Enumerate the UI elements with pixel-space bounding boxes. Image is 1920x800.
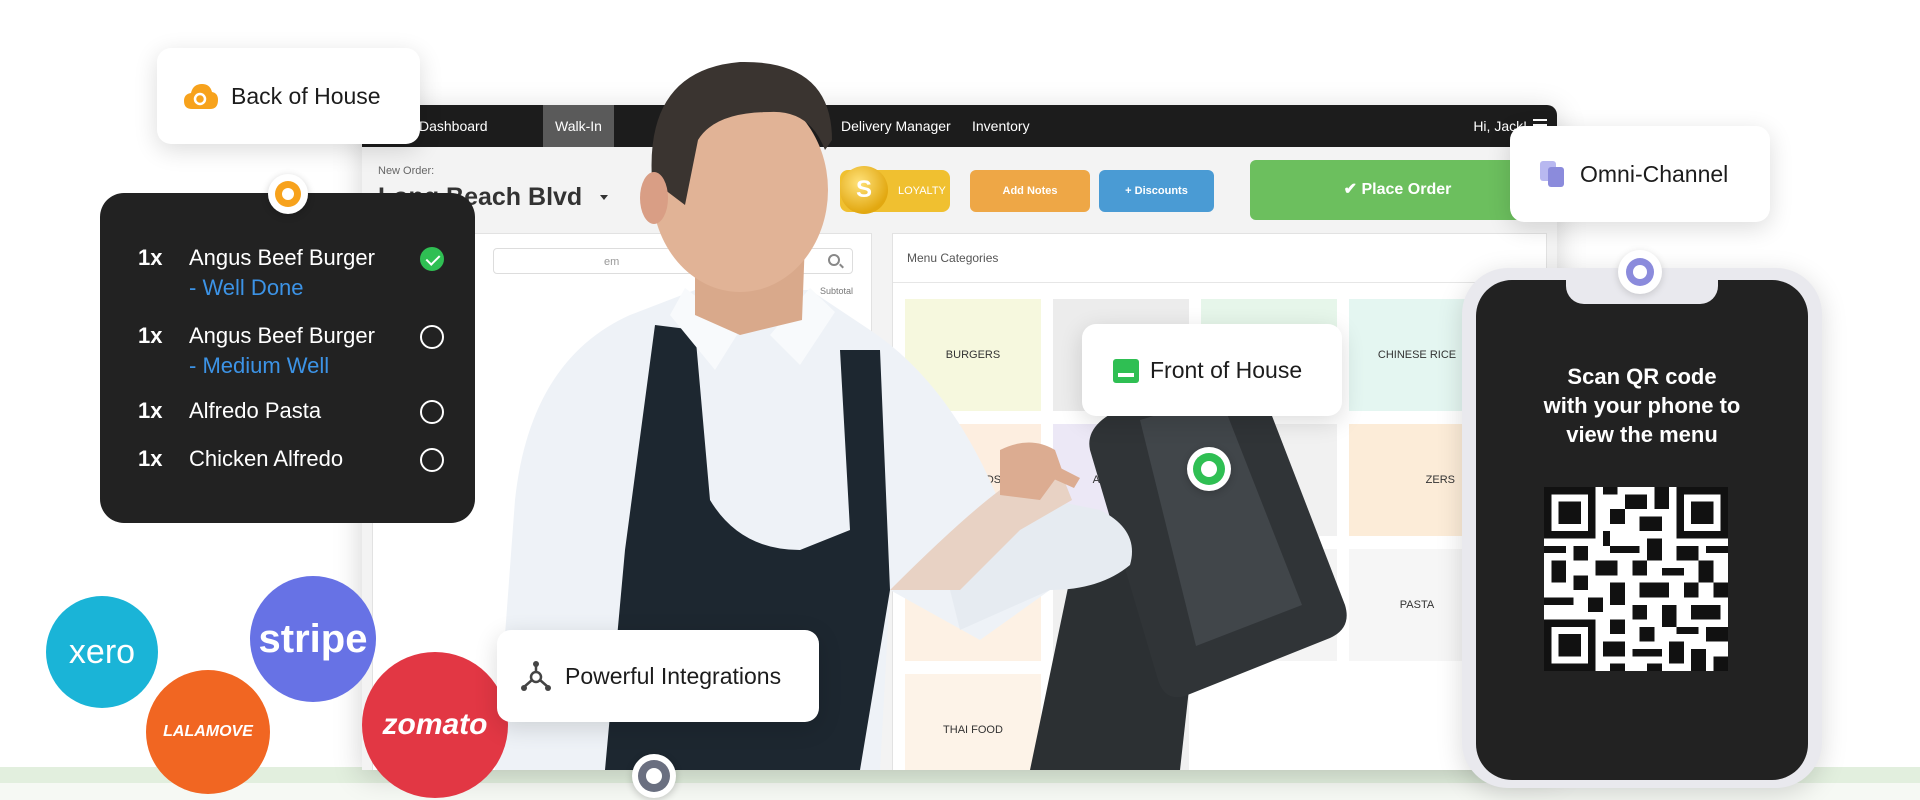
front-of-house-text: Front of House	[1150, 357, 1303, 383]
phone-mockup: Scan QR code with your phone to view the…	[1462, 268, 1822, 788]
connector-dot	[1187, 447, 1231, 491]
scan-line-3: view the menu	[1566, 422, 1718, 447]
stripe-logo: stripe	[250, 576, 376, 702]
powerful-integrations-label: Powerful Integrations	[497, 630, 819, 722]
connector-dot-center	[282, 188, 294, 200]
ticket-modifier: - Medium Well	[189, 353, 330, 378]
ticket-item-name: Chicken Alfredo	[189, 446, 344, 471]
ticket-qty: 1x	[138, 323, 163, 348]
powerful-integrations-text: Powerful Integrations	[565, 663, 782, 689]
check-circle-icon[interactable]	[420, 400, 444, 424]
back-of-house-text: Back of House	[231, 83, 381, 109]
connector-dot-center	[1201, 461, 1217, 477]
omni-channel-text: Omni-Channel	[1580, 161, 1729, 187]
back-of-house-label: Back of House	[157, 48, 420, 144]
qr-code[interactable]	[1544, 487, 1728, 671]
integration-hub-icon	[521, 661, 551, 691]
ear	[640, 172, 668, 224]
terminal-icon	[1113, 359, 1139, 383]
lalamove-logo: LALAMOVE	[146, 670, 270, 794]
ticket-modifier: - Well Done	[189, 275, 304, 300]
ticket-item-name: Alfredo Pasta	[189, 398, 322, 423]
kitchen-ticket: 1x Angus Beef Burger - Well Done 1x Angu…	[100, 193, 475, 523]
ticket-qty: 1x	[138, 446, 163, 471]
scan-line-1: Scan QR code	[1567, 364, 1717, 389]
zomato-logo: zomato	[362, 652, 508, 798]
front-of-house-label: Front of House	[1082, 324, 1342, 416]
phone-screen: Scan QR code with your phone to view the…	[1476, 280, 1808, 780]
scan-qr-text: Scan QR code with your phone to view the…	[1476, 362, 1808, 449]
connector-dot	[632, 754, 676, 798]
ticket-item-name: Angus Beef Burger	[189, 323, 375, 348]
connector-dot-center	[646, 768, 662, 784]
ticket-qty: 1x	[138, 398, 163, 423]
ticket-item-name: Angus Beef Burger	[189, 245, 375, 270]
xero-logo: xero	[46, 596, 158, 708]
omni-channel-label: Omni-Channel	[1510, 126, 1770, 222]
connector-dot	[1618, 250, 1662, 294]
stacked-pages-icon	[1540, 161, 1564, 187]
ticket-qty: 1x	[138, 245, 163, 270]
connector-dot	[268, 174, 308, 214]
scan-line-2: with your phone to	[1543, 393, 1741, 418]
check-circle-icon[interactable]	[420, 448, 444, 472]
check-circle-icon[interactable]	[420, 325, 444, 349]
check-done-icon[interactable]	[420, 247, 444, 271]
connector-dot-center	[1633, 265, 1647, 279]
cloud-icon	[184, 84, 218, 109]
new-order-label: New Order:	[378, 165, 435, 177]
